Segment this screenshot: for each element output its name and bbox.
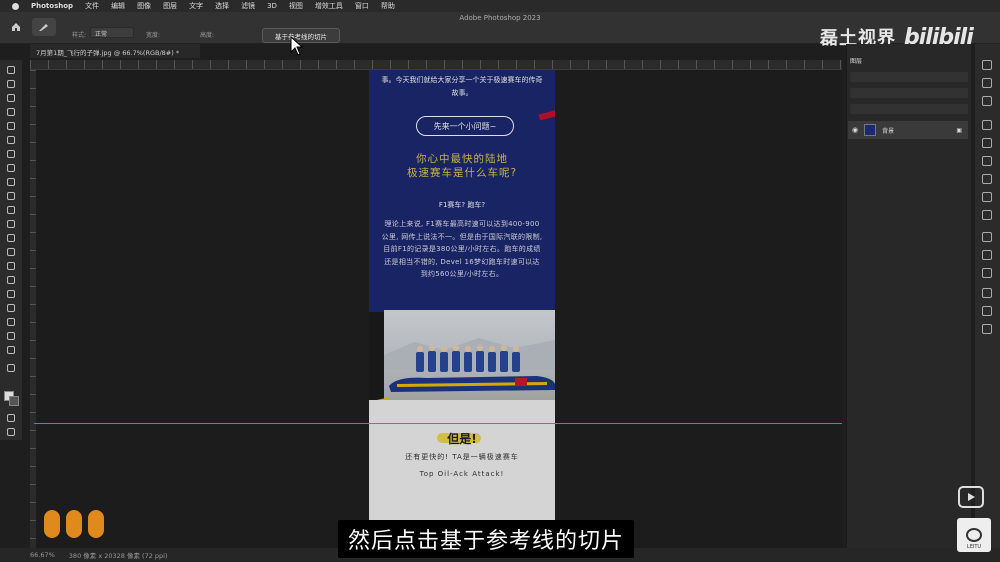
blend-mode-row[interactable] bbox=[850, 88, 968, 98]
visibility-eye-icon[interactable]: ◉ bbox=[852, 126, 858, 134]
orange-logo-part-2 bbox=[66, 510, 82, 538]
gradient-tool-icon[interactable] bbox=[4, 232, 18, 244]
lock-row[interactable] bbox=[850, 104, 968, 114]
menu-file[interactable]: 文件 bbox=[85, 1, 99, 11]
leitu-face-icon bbox=[966, 528, 982, 542]
menu-filter[interactable]: 滤镜 bbox=[241, 1, 255, 11]
orange-logo bbox=[44, 510, 104, 538]
orange-logo-part-3 bbox=[88, 510, 104, 538]
type-tool-icon[interactable] bbox=[4, 288, 18, 300]
layer-filter-bar[interactable] bbox=[850, 72, 968, 82]
shape-tool-icon[interactable] bbox=[4, 316, 18, 328]
slice-dim-overlay bbox=[369, 70, 555, 548]
tv-play-icon[interactable] bbox=[958, 486, 984, 508]
libraries-panel-icon[interactable] bbox=[982, 210, 992, 220]
horizontal-ruler[interactable] bbox=[30, 60, 842, 70]
menu-type[interactable]: 文字 bbox=[189, 1, 203, 11]
healing-tool-icon[interactable] bbox=[4, 162, 18, 174]
width-label: 宽度: bbox=[146, 32, 161, 39]
paths-panel-icon[interactable] bbox=[982, 96, 992, 106]
more-tools-icon[interactable] bbox=[4, 362, 18, 374]
menu-select[interactable]: 选择 bbox=[215, 1, 229, 11]
eyedropper-tool-icon[interactable] bbox=[4, 148, 18, 160]
menu-layer[interactable]: 图层 bbox=[163, 1, 177, 11]
properties-panel-icon[interactable] bbox=[982, 192, 992, 202]
layers-panel-icon[interactable] bbox=[982, 60, 992, 70]
orange-logo-part-1 bbox=[44, 510, 60, 538]
mac-menubar: Photoshop 文件 编辑 图像 图层 文字 选择 滤镜 3D 视图 增效工… bbox=[0, 0, 1000, 12]
height-label: 高度: bbox=[200, 32, 215, 39]
home-button[interactable] bbox=[8, 18, 24, 36]
comments-panel-icon[interactable] bbox=[982, 250, 992, 260]
stamp-tool-icon[interactable] bbox=[4, 190, 18, 202]
gradients-panel-icon[interactable] bbox=[982, 156, 992, 166]
style-label: 样式: bbox=[72, 32, 87, 39]
layer-name: 背景 bbox=[882, 127, 895, 135]
swatches-panel-icon[interactable] bbox=[982, 138, 992, 148]
menu-app-name[interactable]: Photoshop bbox=[31, 2, 73, 10]
eraser-tool-icon[interactable] bbox=[4, 218, 18, 230]
screen-mode-icon[interactable] bbox=[4, 426, 18, 438]
marquee-tool-icon[interactable] bbox=[4, 78, 18, 90]
horizontal-guide-line[interactable] bbox=[34, 423, 842, 424]
quick-mask-icon[interactable] bbox=[4, 412, 18, 424]
layers-panel bbox=[846, 44, 971, 548]
move-tool-icon[interactable] bbox=[4, 64, 18, 76]
lock-icon: ▣ bbox=[956, 126, 962, 134]
document-tab[interactable]: 7月第1期_飞行的子弹.jpg @ 66.7%(RGB/8#) * bbox=[30, 44, 200, 58]
path-select-tool-icon[interactable] bbox=[4, 302, 18, 314]
zoom-tool-icon[interactable] bbox=[4, 344, 18, 356]
layer-row-background[interactable]: ◉ 背景 ▣ bbox=[848, 121, 968, 139]
apple-icon[interactable] bbox=[12, 2, 19, 10]
color-panel-icon[interactable] bbox=[982, 120, 992, 130]
home-icon bbox=[12, 23, 20, 31]
lasso-tool-icon[interactable] bbox=[4, 92, 18, 104]
slice-knife-icon bbox=[39, 24, 48, 31]
leitu-logo: LEITU bbox=[957, 518, 991, 552]
character-panel-icon[interactable] bbox=[982, 288, 992, 298]
document-image[interactable]: 事。今天我们就给大家分享一个关于极速赛车的传奇故事。 先来一个小问题~ 你心中最… bbox=[369, 70, 555, 548]
pen-tool-icon[interactable] bbox=[4, 274, 18, 286]
brush-tool-icon[interactable] bbox=[4, 176, 18, 188]
video-subtitle: 然后点击基于参考线的切片 bbox=[338, 520, 635, 558]
crop-tool-icon[interactable] bbox=[4, 120, 18, 132]
background-color-swatch[interactable] bbox=[9, 396, 19, 406]
layers-tab[interactable]: 图层 bbox=[850, 56, 862, 65]
layer-thumbnail bbox=[864, 124, 877, 136]
blur-tool-icon[interactable] bbox=[4, 246, 18, 258]
menu-help[interactable]: 帮助 bbox=[381, 1, 395, 11]
menu-image[interactable]: 图像 bbox=[137, 1, 151, 11]
menu-3d[interactable]: 3D bbox=[267, 2, 277, 10]
zoom-level[interactable]: 66.67% bbox=[30, 551, 55, 559]
slice-tool-preset-button[interactable] bbox=[32, 18, 56, 36]
actions-panel-icon[interactable] bbox=[982, 268, 992, 278]
slice-tool-icon[interactable] bbox=[4, 134, 18, 146]
paragraph-panel-icon[interactable] bbox=[982, 306, 992, 316]
history-brush-tool-icon[interactable] bbox=[4, 204, 18, 216]
play-triangle-icon bbox=[968, 493, 975, 501]
document-info[interactable]: 380 像素 x 20328 像素 (72 ppi) bbox=[69, 550, 168, 560]
window-title: Adobe Photoshop 2023 bbox=[459, 14, 541, 22]
history-panel-icon[interactable] bbox=[982, 232, 992, 242]
leitu-logo-text: LEITU bbox=[966, 544, 982, 550]
hand-tool-icon[interactable] bbox=[4, 330, 18, 342]
glyphs-panel-icon[interactable] bbox=[982, 324, 992, 334]
mouse-pointer-icon bbox=[290, 36, 304, 56]
dodge-tool-icon[interactable] bbox=[4, 260, 18, 272]
menu-plugins[interactable]: 增效工具 bbox=[315, 1, 343, 11]
menu-view[interactable]: 视图 bbox=[289, 1, 303, 11]
magic-wand-tool-icon[interactable] bbox=[4, 106, 18, 118]
channels-panel-icon[interactable] bbox=[982, 78, 992, 88]
menu-window[interactable]: 窗口 bbox=[355, 1, 369, 11]
style-select[interactable]: 正常 bbox=[90, 27, 134, 38]
adjustments-panel-icon[interactable] bbox=[982, 174, 992, 184]
menu-edit[interactable]: 编辑 bbox=[111, 1, 125, 11]
